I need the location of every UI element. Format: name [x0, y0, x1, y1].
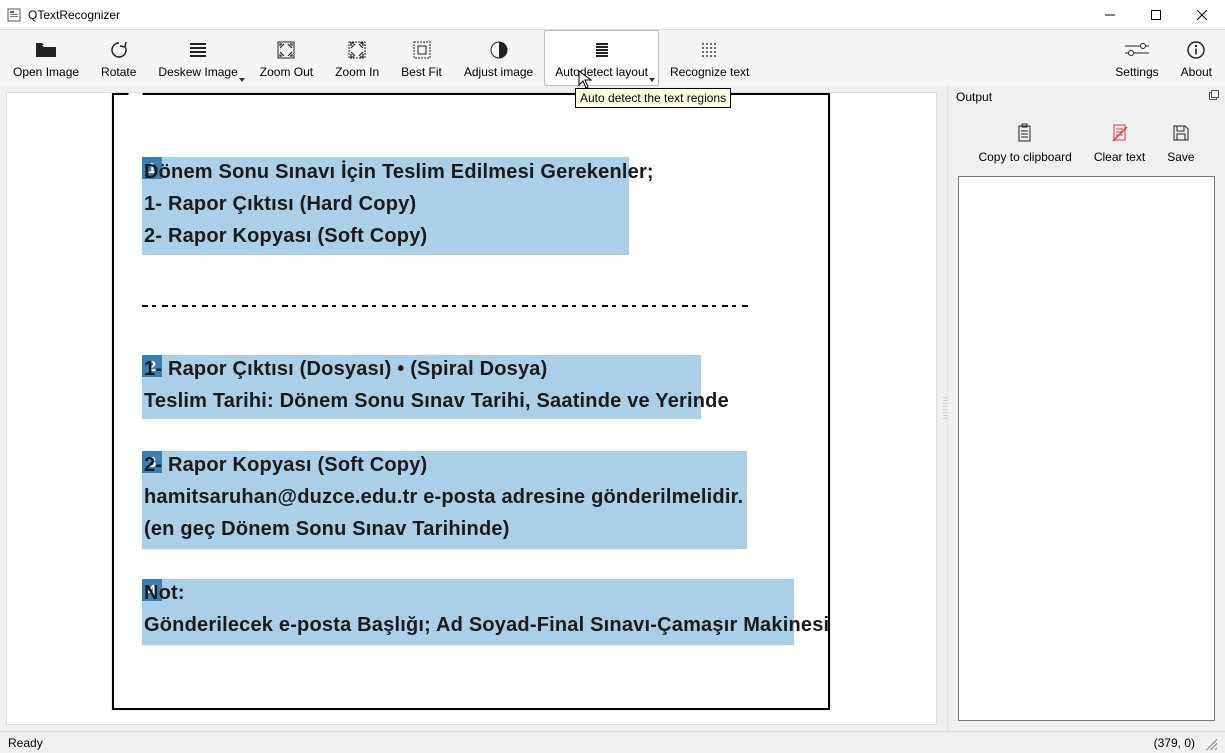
titlebar: QTextRecognizer [0, 0, 1225, 30]
recognize-icon [700, 39, 720, 61]
resize-grip[interactable] [1203, 736, 1217, 750]
doc-text: Dönem Sonu Sınavı İçin Teslim Edilmesi G… [144, 161, 654, 184]
save-icon [1172, 122, 1190, 144]
doc-text: 1- Rapor Çıktısı (Hard Copy) [144, 193, 416, 216]
adjust-icon [490, 39, 508, 61]
adjust-image-button[interactable]: Adjust image [453, 30, 544, 86]
doc-text: 1- Rapor Çıktısı (Dosyası) • (Spiral Dos… [144, 358, 547, 381]
tooltip: Auto detect the text regions [575, 88, 731, 108]
doc-text: 2- Rapor Kopyası (Soft Copy) [144, 225, 427, 248]
clear-text-button[interactable]: Clear text [1088, 122, 1151, 164]
output-toolbar: Copy to clipboard Clear text Save [948, 108, 1225, 172]
save-button[interactable]: Save [1161, 122, 1200, 164]
folder-icon [35, 39, 57, 61]
doc-text: hamitsaruhan@duzce.edu.tr e-posta adresi… [144, 486, 743, 509]
minimize-button[interactable] [1087, 0, 1133, 30]
best-fit-button[interactable]: Best Fit [390, 30, 453, 86]
about-icon [1187, 39, 1205, 61]
doc-text: (en geç Dönem Sonu Sınav Tarihinde) [144, 518, 510, 541]
canvas-pane: 1 Dönem Sonu Sınavı İçin Teslim Edilmesi… [0, 86, 943, 731]
recognize-text-button[interactable]: Recognize text [659, 30, 760, 86]
rotate-button[interactable]: Rotate [90, 30, 147, 86]
maximize-button[interactable] [1133, 0, 1179, 30]
zoom-in-icon [347, 39, 367, 61]
clear-icon [1111, 122, 1129, 144]
open-image-button[interactable]: Open Image [2, 30, 90, 86]
status-coords: (379, 0) [1154, 736, 1195, 750]
zoom-in-button[interactable]: Zoom In [324, 30, 390, 86]
main-toolbar: Open Image Rotate Deskew Image Zoom Out … [0, 30, 1225, 86]
status-ready: Ready [8, 736, 43, 750]
about-button[interactable]: About [1170, 30, 1223, 86]
rotate-icon [109, 39, 129, 61]
settings-icon [1125, 39, 1149, 61]
best-fit-icon [412, 39, 432, 61]
statusbar: Ready (379, 0) [0, 731, 1225, 753]
doc-text: Teslim Tarihi: Dönem Sonu Sınav Tarihi, … [144, 390, 729, 413]
settings-button[interactable]: Settings [1104, 30, 1169, 86]
output-textarea[interactable] [958, 176, 1215, 721]
output-header: Output [948, 86, 1225, 108]
dropdown-caret-icon [239, 78, 245, 82]
layout-icon [592, 39, 612, 61]
zoom-out-button[interactable]: Zoom Out [249, 30, 324, 86]
workspace: 1 Dönem Sonu Sınavı İçin Teslim Edilmesi… [0, 86, 1225, 731]
splitter[interactable] [943, 86, 947, 731]
doc-text: 2- Rapor Kopyası (Soft Copy) [144, 454, 427, 477]
doc-text: Gönderilecek e-posta Başlığı; Ad Soyad-F… [144, 614, 829, 637]
deskew-image-button[interactable]: Deskew Image [147, 30, 248, 86]
image-canvas[interactable]: 1 Dönem Sonu Sınavı İçin Teslim Edilmesi… [6, 92, 937, 725]
undock-icon[interactable] [1207, 88, 1221, 102]
app-title: QTextRecognizer [28, 8, 120, 22]
deskew-icon [188, 39, 208, 61]
close-button[interactable] [1179, 0, 1225, 30]
output-title: Output [956, 90, 992, 104]
app-icon [6, 7, 22, 23]
output-pane: Output Copy to clipboard Clear text [947, 86, 1225, 731]
doc-text: Not: [144, 582, 185, 605]
autodetect-layout-button[interactable]: Autodetect layout [544, 30, 659, 86]
copy-clipboard-button[interactable]: Copy to clipboard [972, 122, 1077, 164]
zoom-out-icon [276, 39, 296, 61]
separator-line [142, 305, 752, 307]
dropdown-caret-icon [649, 78, 655, 82]
copy-icon [1016, 122, 1034, 144]
document-page: 1 Dönem Sonu Sınavı İçin Teslim Edilmesi… [112, 93, 830, 710]
